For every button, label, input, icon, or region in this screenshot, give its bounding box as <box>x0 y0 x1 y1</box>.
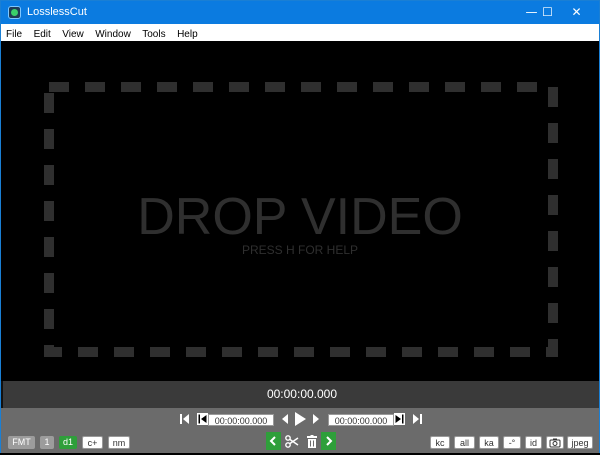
timecode-offset-button[interactable]: -° <box>503 436 521 449</box>
drop-zone[interactable]: DROP VIDEO PRESS H FOR HELP <box>1 41 599 381</box>
include-data-button[interactable]: id <box>525 436 542 449</box>
next-segment-button[interactable] <box>321 432 336 450</box>
controls-panel: 00:00:00.000 00:00:00.000 FMT 1 d1 c+ nm <box>1 408 599 453</box>
window-title: LosslessCut <box>27 6 87 18</box>
keyframe-cut-button[interactable]: kc <box>430 436 450 449</box>
jump-to-end-icon[interactable] <box>412 413 422 425</box>
jump-to-start-icon[interactable] <box>180 413 190 425</box>
scissors-icon[interactable] <box>285 435 299 448</box>
set-cut-end-icon[interactable] <box>394 413 405 425</box>
format-button[interactable]: FMT <box>8 436 35 449</box>
cut-start-time-input[interactable]: 00:00:00.000 <box>208 414 274 426</box>
chevron-left-icon <box>269 436 276 446</box>
play-icon[interactable] <box>295 412 306 426</box>
camera-icon <box>549 438 561 448</box>
title-bar[interactable]: LosslessCut — ☐ ✕ <box>1 1 599 24</box>
previous-frame-icon[interactable] <box>282 414 288 424</box>
app-window: LosslessCut — ☐ ✕ File Edit View Window … <box>0 0 600 453</box>
app-logo-icon <box>8 6 21 19</box>
d1-button[interactable]: d1 <box>59 436 77 449</box>
trash-icon[interactable] <box>307 435 317 448</box>
menu-bar: File Edit View Window Tools Help <box>1 24 599 41</box>
screenshot-format-button[interactable]: jpeg <box>567 436 593 449</box>
track-button[interactable]: 1 <box>40 436 54 449</box>
keep-audio-button[interactable]: ka <box>479 436 499 449</box>
c-plus-button[interactable]: c+ <box>82 436 103 449</box>
current-time: 00:00:00.000 <box>266 387 338 401</box>
previous-segment-button[interactable] <box>266 432 281 450</box>
screenshot-button[interactable] <box>546 436 564 449</box>
nm-button[interactable]: nm <box>108 436 130 449</box>
set-cut-start-icon[interactable] <box>197 413 208 425</box>
next-frame-icon[interactable] <box>313 414 319 424</box>
chevron-right-icon <box>326 436 333 446</box>
help-hint: PRESS H FOR HELP <box>241 243 359 257</box>
cut-end-time-input[interactable]: 00:00:00.000 <box>328 414 394 426</box>
close-button[interactable]: ✕ <box>554 1 599 24</box>
drop-video-title: DROP VIDEO <box>137 188 463 246</box>
timeline-bar[interactable]: 00:00:00.000 <box>1 381 599 408</box>
all-tracks-button[interactable]: all <box>454 436 475 449</box>
